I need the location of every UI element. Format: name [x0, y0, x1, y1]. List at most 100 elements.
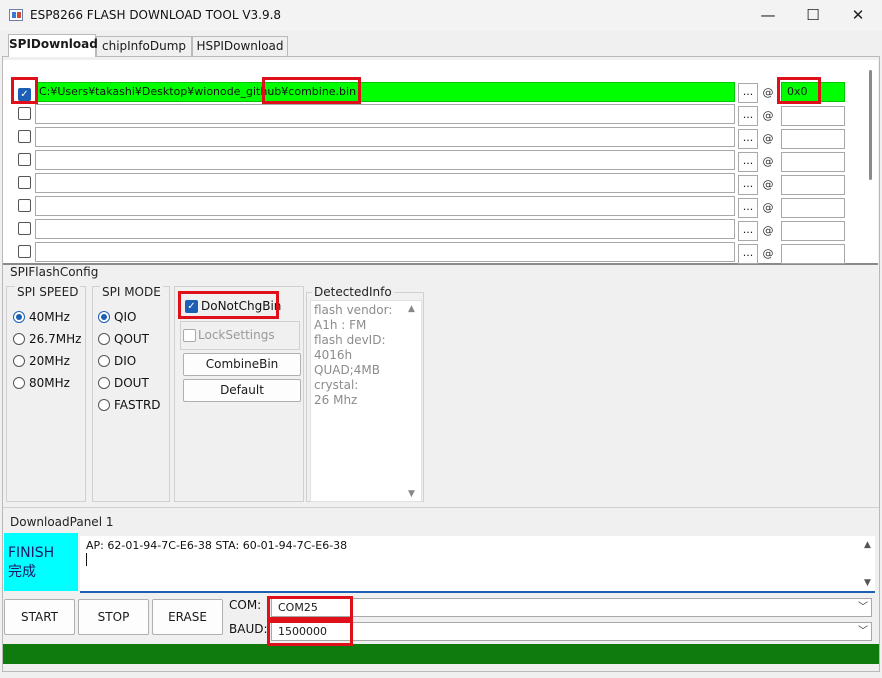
- spi-mode-option-label: QIO: [114, 310, 137, 324]
- file-path-input[interactable]: [35, 150, 735, 170]
- detected-info-line: crystal:: [314, 378, 359, 392]
- at-sign: @: [762, 247, 774, 260]
- detected-info-line: flash vendor:: [314, 303, 393, 317]
- address-input[interactable]: [781, 129, 845, 149]
- row-checkbox[interactable]: [18, 107, 31, 120]
- browse-button[interactable]: ...: [738, 198, 758, 218]
- baud-label: BAUD:: [229, 622, 268, 636]
- spi-mode-option-label: DOUT: [114, 376, 149, 390]
- lock-settings-label: LockSettings: [198, 328, 275, 342]
- row-checkbox[interactable]: ✓: [18, 88, 31, 101]
- at-sign: @: [762, 132, 774, 145]
- erase-button[interactable]: ERASE: [152, 599, 223, 635]
- row-checkbox[interactable]: [18, 245, 31, 258]
- spi-speed-option-label: 40MHz: [29, 310, 70, 324]
- row-checkbox[interactable]: [18, 153, 31, 166]
- status-text-jp: 完成: [8, 564, 36, 580]
- status-text-en: FINISH: [8, 545, 55, 561]
- spi-mode-radio[interactable]: [98, 355, 110, 367]
- spi-speed-radio[interactable]: [13, 333, 25, 345]
- com-chevron-down-icon[interactable]: ﹀: [857, 598, 869, 617]
- row-checkbox[interactable]: [18, 176, 31, 189]
- combine-bin-button[interactable]: CombineBin: [183, 353, 301, 376]
- spi-mode-radio[interactable]: [98, 399, 110, 411]
- progress-bar: [3, 644, 879, 664]
- address-input[interactable]: [781, 198, 845, 218]
- row-checkbox[interactable]: [18, 130, 31, 143]
- app-icon: [9, 9, 23, 21]
- detected-info-line: 4016h: [314, 348, 353, 362]
- spi-flash-config-label: SPIFlashConfig: [10, 265, 99, 279]
- spi-speed-radio[interactable]: [13, 355, 25, 367]
- default-button[interactable]: Default: [183, 379, 301, 402]
- maximize-button[interactable]: ☐: [790, 0, 836, 31]
- at-sign: @: [762, 109, 774, 122]
- lock-settings-checkbox[interactable]: [183, 329, 196, 342]
- do-not-chg-bin-label: DoNotChgBin: [201, 299, 282, 313]
- scroll-up-icon[interactable]: ▲: [408, 304, 418, 314]
- at-sign: @: [762, 201, 774, 214]
- file-path-input[interactable]: [35, 104, 735, 124]
- row-checkbox[interactable]: [18, 222, 31, 235]
- file-path-input[interactable]: [35, 173, 735, 193]
- spi-speed-option-label: 20MHz: [29, 354, 70, 368]
- text-caret: [86, 553, 87, 566]
- scroll-down-icon[interactable]: ▼: [408, 489, 418, 499]
- start-button[interactable]: START: [4, 599, 75, 635]
- download-panel-label: DownloadPanel 1: [10, 515, 114, 529]
- file-path-input[interactable]: [35, 127, 735, 147]
- spi-mode-radio[interactable]: [98, 377, 110, 389]
- minimize-button[interactable]: —: [745, 0, 791, 31]
- at-sign: @: [762, 86, 774, 99]
- com-label: COM:: [229, 598, 262, 612]
- address-input[interactable]: [781, 152, 845, 172]
- file-path-input[interactable]: [35, 242, 735, 262]
- browse-button[interactable]: ...: [738, 175, 758, 195]
- log-scroll-up-icon[interactable]: ▲: [864, 540, 871, 550]
- detected-info-line: flash devID:: [314, 333, 386, 347]
- address-input[interactable]: [781, 175, 845, 195]
- file-path-input[interactable]: [35, 219, 735, 239]
- address-input[interactable]: [781, 106, 845, 126]
- spi-mode-radio[interactable]: [98, 311, 110, 323]
- spi-mode-option-label: DIO: [114, 354, 137, 368]
- spi-mode-label: SPI MODE: [100, 285, 163, 299]
- stop-button[interactable]: STOP: [78, 599, 149, 635]
- baud-select[interactable]: 1500000: [271, 622, 872, 641]
- panel-divider: [3, 507, 879, 508]
- browse-button[interactable]: ...: [738, 244, 758, 264]
- file-path-input[interactable]: C:¥Users¥takashi¥Desktop¥wionode_github¥…: [35, 82, 735, 102]
- address-input[interactable]: [781, 221, 845, 241]
- spi-mode-option-label: FASTRD: [114, 398, 161, 412]
- address-input[interactable]: 0x0: [781, 82, 845, 102]
- spi-speed-radio[interactable]: [13, 377, 25, 389]
- detected-info-line: A1h : FM: [314, 318, 367, 332]
- scrollbar-thumb[interactable]: [869, 70, 872, 180]
- close-button[interactable]: ✕: [835, 0, 881, 31]
- address-input[interactable]: [781, 244, 845, 264]
- spi-mode-option-label: QOUT: [114, 332, 150, 346]
- detected-info-label: DetectedInfo: [312, 285, 394, 299]
- at-sign: @: [762, 155, 774, 168]
- baud-chevron-down-icon[interactable]: ﹀: [857, 622, 869, 641]
- tab-spidownload[interactable]: SPIDownload: [8, 34, 98, 57]
- window-title: ESP8266 FLASH DOWNLOAD TOOL V3.9.8: [30, 8, 282, 22]
- log-text: AP: 62-01-94-7C-E6-38 STA: 60-01-94-7C-E…: [86, 539, 348, 552]
- browse-button[interactable]: ...: [738, 83, 758, 103]
- spi-speed-option-label: 26.7MHz: [29, 332, 82, 346]
- browse-button[interactable]: ...: [738, 221, 758, 241]
- com-select[interactable]: COM25: [271, 598, 872, 617]
- browse-button[interactable]: ...: [738, 106, 758, 126]
- spi-speed-radio[interactable]: [13, 311, 25, 323]
- spi-mode-radio[interactable]: [98, 333, 110, 345]
- tab-hspidownload[interactable]: HSPIDownload: [192, 36, 288, 56]
- spi-speed-label: SPI SPEED: [15, 285, 81, 299]
- row-checkbox[interactable]: [18, 199, 31, 212]
- browse-button[interactable]: ...: [738, 129, 758, 149]
- browse-button[interactable]: ...: [738, 152, 758, 172]
- at-sign: @: [762, 224, 774, 237]
- tab-chipinfodump[interactable]: chipInfoDump: [96, 36, 192, 56]
- file-path-input[interactable]: [35, 196, 735, 216]
- do-not-chg-bin-checkbox[interactable]: ✓: [185, 300, 198, 313]
- log-scroll-down-icon[interactable]: ▼: [864, 578, 871, 588]
